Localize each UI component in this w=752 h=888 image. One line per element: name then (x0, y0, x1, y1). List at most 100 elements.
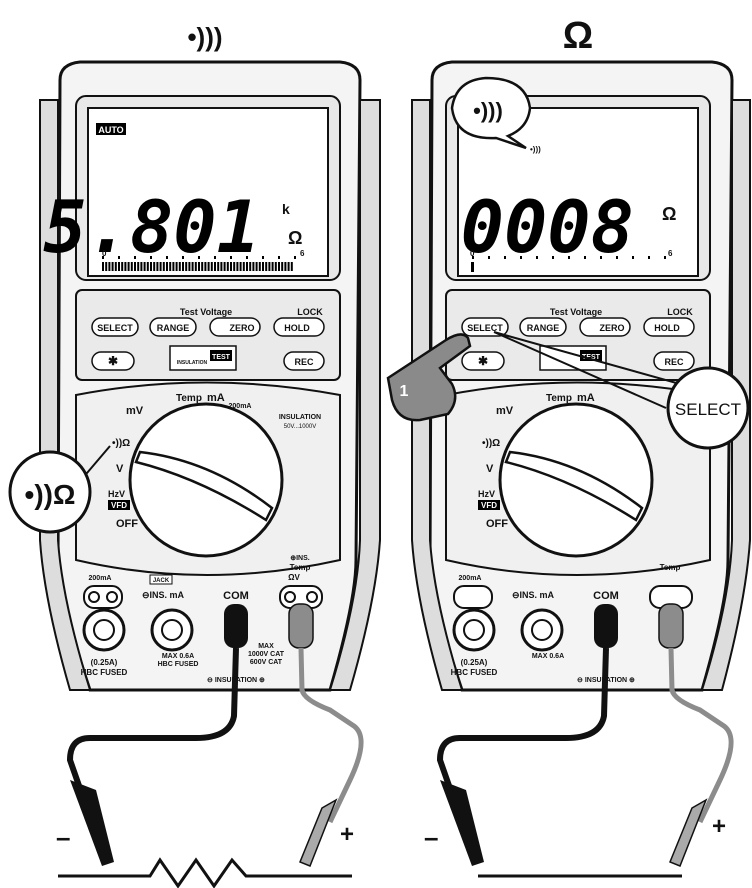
bargraph-segment (284, 262, 287, 271)
bargraph-segment (281, 262, 284, 271)
insulation-test-button[interactable]: INSULATION TEST (169, 345, 237, 371)
bargraph-tick (488, 256, 490, 259)
bargraph-segment (156, 262, 159, 271)
bargraph-tick (616, 256, 618, 259)
dial-ins-range: 50V...1000V (284, 424, 316, 430)
bargraph-segment (242, 262, 245, 271)
range-button[interactable]: RANGE (149, 317, 197, 337)
max-v-label-3: 600V CAT (250, 659, 283, 666)
red-plug (658, 603, 684, 649)
bargraph-segment (185, 262, 188, 271)
bargraph-segment (150, 262, 152, 271)
max-a-label: MAX 0.6A (162, 653, 194, 660)
bargraph-segment (191, 262, 194, 271)
rec-button[interactable]: REC (283, 351, 325, 371)
bargraph-segment (252, 262, 255, 271)
dial-vac: V (116, 463, 124, 475)
bargraph-segment (114, 262, 117, 271)
rec-button[interactable]: REC (653, 351, 695, 371)
bargraph-tick (584, 256, 586, 259)
jack-temp-label: Temp (290, 563, 311, 572)
jack-200ma-label: 200mA (459, 575, 482, 582)
bargraph-segment (201, 262, 204, 271)
bargraph-tick (294, 256, 296, 259)
dial-hzv: HzV (478, 489, 495, 499)
bargraph-segment (153, 262, 156, 271)
red-probe (299, 798, 338, 867)
bargraph-segment (121, 262, 124, 271)
bargraph-segment (172, 262, 175, 271)
svg-text:INSULATION: INSULATION (177, 360, 208, 366)
bargraph-segment (146, 262, 149, 271)
bargraph-tick (134, 256, 136, 259)
bargraph-tick (568, 256, 570, 259)
bargraph-segment (233, 262, 236, 271)
svg-text:✱: ✱ (478, 354, 488, 368)
dial-temp: Temp (546, 393, 572, 404)
zero-button[interactable]: ZERO (579, 317, 631, 337)
bargraph-segment (111, 262, 114, 271)
bargraph-segment (198, 262, 200, 271)
dial-mv: mV (126, 405, 144, 417)
bargraph-tick (472, 256, 474, 259)
bargraph-segment (175, 262, 178, 271)
select-button[interactable]: SELECT (91, 317, 139, 337)
bargraph-tick (552, 256, 554, 259)
minus-label: – (56, 822, 70, 852)
bargraph-tick (600, 256, 602, 259)
dial-vac: V (486, 463, 494, 475)
hold-button[interactable]: HOLD (273, 317, 325, 337)
bargraph-segment (182, 262, 184, 271)
dial-hzv: HzV (108, 489, 125, 499)
dial-off: OFF (116, 518, 138, 530)
bargraph-segment (108, 262, 111, 271)
dial-ma: mA (577, 392, 595, 404)
bargraph-segment (278, 262, 280, 271)
bar-end: 6 (668, 249, 673, 258)
auto-label: AUTO (98, 125, 123, 135)
dial-off: OFF (486, 518, 508, 530)
bargraph-segment (204, 262, 207, 271)
bargraph-segment (246, 262, 248, 271)
black-probe (440, 780, 484, 866)
backlight-button[interactable]: ✱ (91, 351, 135, 371)
bargraph-segment (214, 262, 216, 271)
range-button[interactable]: RANGE (519, 317, 567, 337)
backlight-button[interactable]: ✱ (461, 351, 505, 371)
black-plug (594, 604, 618, 648)
jack-200ma-dual[interactable] (453, 585, 493, 609)
bargraph-segment (188, 262, 191, 271)
zero-button[interactable]: ZERO (209, 317, 261, 337)
dial-mv: mV (496, 405, 514, 417)
jack-temp-label: Temp (660, 563, 681, 572)
test-voltage-label: Test Voltage (550, 307, 602, 317)
svg-text:TEST: TEST (212, 354, 231, 361)
hold-button[interactable]: HOLD (643, 317, 695, 337)
bargraph-segment (134, 262, 136, 271)
bargraph-segment (220, 262, 223, 271)
bargraph-segment (226, 262, 229, 271)
bargraph-segment (130, 262, 133, 271)
bargraph-segment (162, 262, 165, 271)
bargraph-segment (230, 262, 232, 271)
bargraph-segment (118, 262, 120, 271)
lcd-unit: Ω (662, 204, 676, 224)
max-v-label: MAX (258, 643, 274, 650)
jack-ins-label: ⊕INS. (290, 555, 310, 562)
bargraph-tick (504, 256, 506, 259)
max-v-label-2: 1000V CAT (248, 651, 285, 658)
bargraph-segment (255, 262, 258, 271)
bargraph-segment (178, 262, 181, 271)
lcd-unit-prefix: k (282, 201, 290, 217)
dial-temp: Temp (176, 393, 202, 404)
bar-end: 6 (300, 249, 305, 258)
bargraph-segment (223, 262, 226, 271)
bargraph-tick (166, 256, 168, 259)
step-number: 1 (400, 383, 409, 400)
bargraph-tick (230, 256, 232, 259)
meter-right: 0008 Ω 0 6 •))) •))) Test Voltage LOCK S… (386, 60, 751, 878)
bargraph-tick (102, 256, 104, 259)
bargraph-tick (664, 256, 666, 259)
lcd-reading: 0008 (461, 185, 634, 269)
bargraph-tick (262, 256, 264, 259)
